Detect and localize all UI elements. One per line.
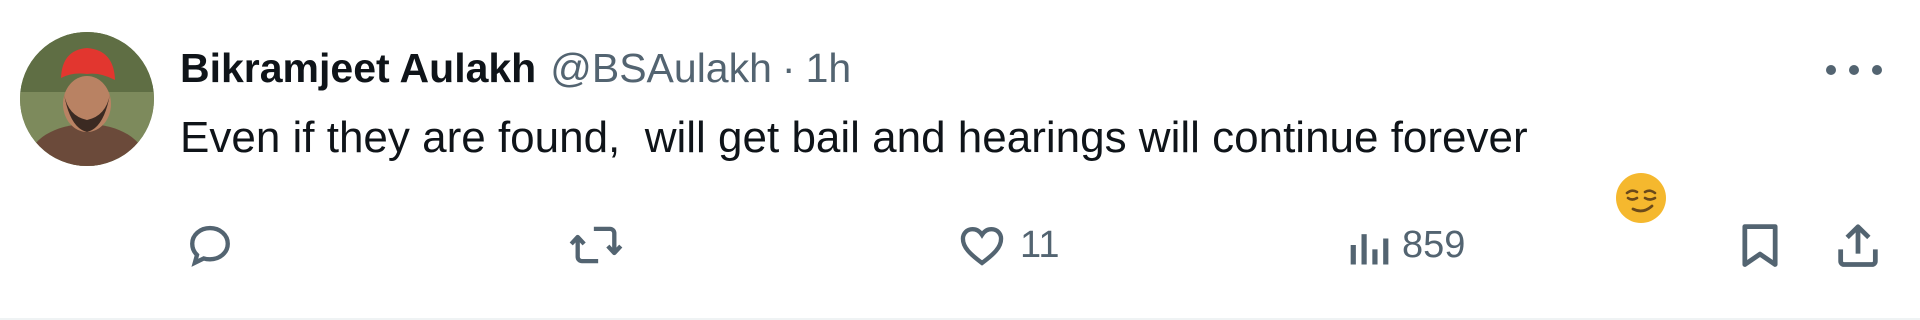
- avatar[interactable]: [20, 32, 154, 166]
- more-options-button[interactable]: [1826, 50, 1882, 90]
- retweet-icon: [569, 226, 623, 264]
- more-dot-icon: [1826, 65, 1836, 75]
- views-button[interactable]: 859: [1346, 210, 1465, 280]
- like-button[interactable]: 11: [956, 210, 1059, 280]
- tweet-text: Even if they are found, will get bail an…: [180, 108, 1667, 223]
- views-chart-icon: [1350, 234, 1389, 265]
- author-name[interactable]: Bikramjeet Aulakh: [180, 45, 536, 92]
- timestamp[interactable]: 1h: [806, 45, 852, 92]
- share-icon: [1838, 224, 1878, 267]
- retweet-button[interactable]: [568, 210, 636, 280]
- more-dot-icon: [1849, 65, 1859, 75]
- tweet-header: Bikramjeet Aulakh @BSAulakh · 1h: [180, 38, 851, 98]
- action-bar: 11 859: [0, 210, 1920, 280]
- more-dot-icon: [1872, 65, 1882, 75]
- reply-icon: [190, 225, 230, 267]
- like-count: 11: [1020, 223, 1060, 266]
- smirking-face-emoji-icon: [1542, 112, 1667, 223]
- views-count: 859: [1402, 223, 1466, 266]
- reply-button[interactable]: [184, 210, 248, 280]
- bookmark-icon: [1742, 224, 1778, 267]
- share-button[interactable]: [1832, 210, 1884, 280]
- separator-dot: ·: [781, 44, 796, 91]
- heart-icon: [960, 227, 1004, 266]
- bookmark-button[interactable]: [1736, 210, 1784, 280]
- author-handle[interactable]: @BSAulakh: [550, 45, 772, 92]
- tweet[interactable]: Bikramjeet Aulakh @BSAulakh · 1h Even if…: [0, 0, 1920, 320]
- tweet-body: Even if they are found, will get bail an…: [180, 113, 1528, 162]
